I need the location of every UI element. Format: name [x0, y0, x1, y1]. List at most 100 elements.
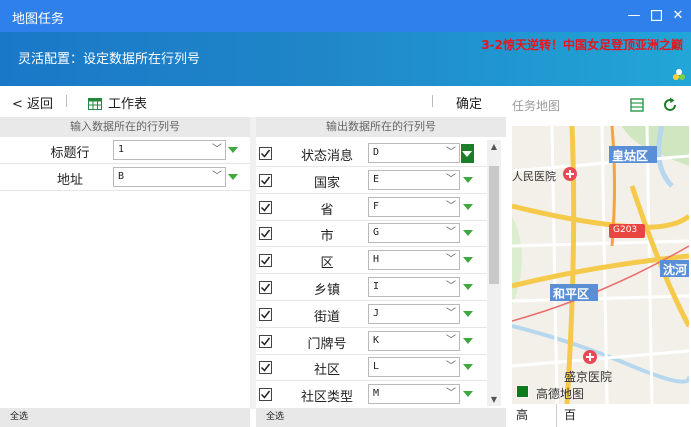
map-title: 任务地图 [512, 99, 561, 113]
output-row: 社区类型 M ﹀ [256, 381, 487, 407]
minimize-icon[interactable]: — [625, 7, 643, 25]
input-row-label: 标题行 [50, 146, 90, 161]
chevron-down-icon: ﹀ [446, 254, 456, 266]
list-icon[interactable] [629, 97, 645, 113]
checkbox[interactable] [259, 173, 272, 187]
chevron-down-icon: ﹀ [446, 388, 456, 400]
fill-down-icon[interactable] [463, 230, 473, 237]
checkbox[interactable] [259, 388, 272, 402]
map-label-hospital: 人民医院 [512, 170, 556, 183]
output-row-label: 区 [320, 256, 334, 272]
worksheet-button[interactable]: 工作表 [88, 93, 147, 112]
scroll-down-icon[interactable]: ▼ [487, 395, 501, 404]
output-row-value: H [373, 254, 380, 266]
input-select-all[interactable]: 全选 [0, 408, 250, 427]
output-row-value: L [373, 361, 380, 373]
output-row-select[interactable]: L ﹀ [368, 357, 460, 378]
tab-amap[interactable]: 高 [516, 406, 528, 423]
output-row: 省 F ﹀ [256, 194, 487, 221]
input-row: 标题行 1 ﹀ [0, 137, 250, 164]
checkbox[interactable] [259, 334, 272, 348]
scroll-up-icon[interactable]: ▲ [487, 142, 501, 151]
back-button[interactable]: < 返回 [12, 93, 53, 112]
checkbox[interactable] [259, 227, 272, 241]
refresh-icon[interactable] [662, 97, 678, 113]
close-icon[interactable]: ✕ [669, 7, 687, 25]
title-bar: 地图任务 — ✕ [0, 0, 691, 32]
window-title: 地图任务 [12, 12, 65, 27]
checkbox[interactable] [259, 281, 272, 294]
input-row-select[interactable]: 1 ﹀ [113, 140, 226, 160]
output-row-value: E [373, 173, 380, 185]
output-row-select[interactable]: M ﹀ [368, 384, 460, 405]
chevron-down-icon: ﹀ [446, 173, 456, 185]
check-icon [260, 390, 271, 399]
output-row-select[interactable]: F ﹀ [368, 196, 460, 217]
output-row-value: D [373, 147, 380, 158]
fill-down-icon[interactable] [463, 337, 473, 344]
output-row-label: 国家 [313, 175, 340, 191]
output-row-select[interactable]: H ﹀ [368, 250, 460, 271]
fill-down-icon[interactable] [463, 310, 473, 317]
fill-down-icon[interactable] [463, 176, 473, 183]
news-link[interactable]: 3-2惊天逆转！中国女足登顶亚洲之巅 [481, 36, 683, 53]
fill-down-icon[interactable] [228, 147, 238, 153]
output-row-select[interactable]: J ﹀ [368, 303, 460, 324]
output-row-value: I [373, 281, 380, 292]
input-row-select[interactable]: B ﹀ [113, 167, 226, 187]
check-icon [260, 283, 271, 292]
output-row-label: 街道 [313, 309, 340, 325]
confirm-button[interactable]: 确定 [456, 93, 482, 112]
checkbox[interactable] [259, 200, 272, 214]
fill-down-icon[interactable] [463, 364, 473, 371]
input-row-value: 1 [118, 144, 125, 155]
maximize-icon[interactable] [647, 7, 665, 25]
checkbox[interactable] [259, 254, 272, 268]
output-row-label: 社区类型 [300, 390, 353, 406]
check-icon [260, 229, 271, 239]
checkbox[interactable] [259, 147, 272, 160]
output-row-label: 省 [320, 202, 334, 218]
output-row-label: 乡镇 [313, 283, 340, 298]
tab-baidu[interactable]: 百 [564, 406, 576, 423]
fill-down-icon[interactable] [463, 257, 473, 264]
chevron-down-icon: ﹀ [446, 200, 456, 212]
output-row-label: 市 [320, 229, 334, 245]
chevron-down-icon: ﹀ [446, 334, 456, 346]
output-row-select[interactable]: D ﹀ [368, 143, 460, 163]
chevron-down-icon: ﹀ [446, 147, 456, 158]
fill-down-icon[interactable] [463, 284, 473, 290]
map-label-district: 皇姑区 [612, 149, 649, 163]
output-row: 门牌号 K ﹀ [256, 328, 487, 355]
banner: 灵活配置：设定数据所在行列号 3-2惊天逆转！中国女足登顶亚洲之巅 [0, 32, 691, 86]
map-header: 任务地图 [508, 86, 691, 126]
table-icon [88, 98, 102, 110]
output-scrollbar[interactable]: ▲ ▼ [487, 140, 501, 406]
fill-down-icon[interactable] [228, 174, 238, 180]
output-row-value: M [373, 388, 380, 400]
output-panel: 状态消息 D ﹀ 国家 E ﹀ 省 F ﹀ 市 G ﹀ 区 H ﹀ 乡镇 I ﹀ 街道 J ﹀ 门牌号 K ﹀ 社区 L ﹀ 社区类型… [256, 137, 501, 407]
output-row-label: 社区 [313, 363, 340, 379]
map-layer-toggle[interactable] [516, 385, 529, 398]
output-select-all[interactable]: 全选 [256, 408, 506, 427]
check-icon [260, 176, 271, 185]
check-icon [260, 203, 271, 212]
check-icon [260, 310, 271, 319]
fill-down-icon[interactable] [461, 144, 474, 163]
output-row-select[interactable]: K ﹀ [368, 330, 460, 351]
map-view[interactable]: 人民医院 皇姑区 G203 和平区 沈河 盛京医院 高德地图 [512, 126, 689, 404]
output-row-select[interactable]: E ﹀ [368, 169, 460, 190]
output-row: 乡镇 I ﹀ [256, 274, 487, 301]
checkbox[interactable] [259, 307, 272, 321]
output-row-value: J [373, 307, 380, 319]
fill-down-icon[interactable] [463, 203, 473, 210]
output-row-select[interactable]: G ﹀ [368, 223, 460, 244]
scroll-thumb[interactable] [489, 166, 499, 284]
output-row-select[interactable]: I ﹀ [368, 277, 460, 297]
chevron-down-icon: ﹀ [446, 281, 456, 292]
map-brand: 高德地图 [536, 387, 585, 401]
chevron-down-icon: ﹀ [446, 307, 456, 319]
output-row-value: G [373, 227, 380, 239]
checkbox[interactable] [259, 361, 272, 375]
fill-down-icon[interactable] [463, 391, 473, 398]
